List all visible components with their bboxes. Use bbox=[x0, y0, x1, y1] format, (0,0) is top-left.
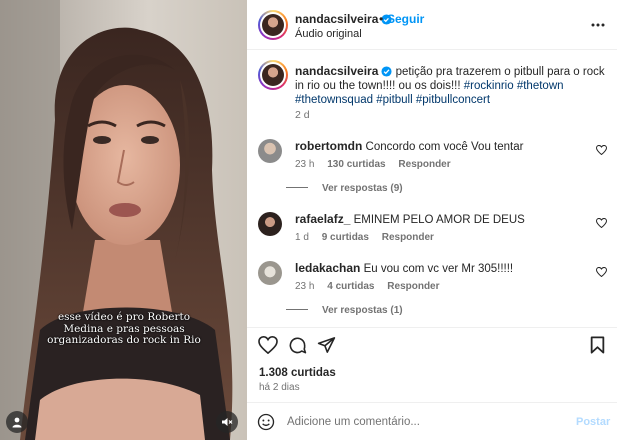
share-icon[interactable] bbox=[317, 336, 336, 354]
comment-like-icon[interactable] bbox=[596, 218, 607, 228]
heart-icon[interactable] bbox=[258, 336, 278, 354]
comment-time: 23 h bbox=[295, 281, 315, 292]
author-avatar[interactable] bbox=[258, 10, 288, 40]
speaker-muted-icon bbox=[222, 418, 233, 426]
verified-badge-icon bbox=[381, 66, 392, 77]
video-player[interactable]: esse vídeo é pro Roberto Medina e pras p… bbox=[0, 0, 247, 440]
hashtag-link[interactable]: #rockinrio bbox=[464, 80, 514, 92]
more-horizontal-icon[interactable] bbox=[590, 18, 606, 32]
comment-time: 23 h bbox=[295, 159, 315, 170]
comment-body: Concordo com você Vou tentar bbox=[365, 141, 524, 153]
audio-link[interactable]: Áudio original bbox=[295, 28, 362, 40]
hashtag-link[interactable]: #thetownsquad bbox=[295, 94, 373, 106]
post-details-panel: nandacsilveira • Seguir Áudio original n… bbox=[247, 0, 617, 440]
comment-like-icon[interactable] bbox=[596, 267, 607, 277]
post-header: nandacsilveira • Seguir Áudio original bbox=[247, 0, 617, 50]
comment-meta: 23 h 4 curtidas Responder bbox=[295, 281, 450, 292]
caption-time: 2 d bbox=[295, 109, 310, 121]
reply-button[interactable]: Responder bbox=[382, 232, 434, 243]
bookmark-icon[interactable] bbox=[590, 336, 605, 354]
reply-button[interactable]: Responder bbox=[387, 281, 439, 292]
comment-likes[interactable]: 9 curtidas bbox=[322, 232, 369, 243]
caption-username[interactable]: nandacsilveira bbox=[295, 64, 392, 78]
commenter-username[interactable]: ledakachan bbox=[295, 261, 360, 275]
commenter-username[interactable]: rafaelafz_ bbox=[295, 212, 350, 226]
comment-meta: 23 h 130 curtidas Responder bbox=[295, 159, 461, 170]
view-replies-button[interactable]: Ver respostas (1) bbox=[286, 305, 403, 316]
author-username[interactable]: nandacsilveira bbox=[295, 12, 392, 26]
comment-input[interactable] bbox=[287, 412, 567, 432]
hashtag-link[interactable]: #pitbullconcert bbox=[416, 94, 490, 106]
post-button[interactable]: Postar bbox=[576, 416, 610, 428]
comment-text: ledakachan Eu vou com vc ver Mr 305!!!!! bbox=[295, 261, 585, 276]
hashtag-link[interactable]: #thetown bbox=[517, 80, 564, 92]
commenter-avatar[interactable] bbox=[258, 212, 282, 236]
comment-text: robertomdn Concordo com você Vou tentar bbox=[295, 139, 585, 154]
commenter-username[interactable]: robertomdn bbox=[295, 139, 362, 153]
mute-button[interactable] bbox=[216, 411, 238, 433]
comment-time: 1 d bbox=[295, 232, 309, 243]
comment-composer: Postar bbox=[247, 402, 617, 440]
caption-avatar[interactable] bbox=[258, 60, 288, 90]
comment-meta: 1 d 9 curtidas Responder bbox=[295, 232, 444, 243]
hashtag-link[interactable]: #pitbull bbox=[376, 94, 412, 106]
reply-button[interactable]: Responder bbox=[398, 159, 450, 170]
comment-icon[interactable] bbox=[288, 336, 307, 355]
action-bar bbox=[247, 327, 617, 363]
likes-count[interactable]: 1.308 curtidas bbox=[259, 367, 336, 379]
video-subtitle: esse vídeo é pro Roberto Medina e pras p… bbox=[47, 311, 201, 346]
video-frame bbox=[0, 0, 247, 440]
person-icon bbox=[12, 417, 22, 428]
commenter-avatar[interactable] bbox=[258, 139, 282, 163]
separator-dot: • bbox=[379, 12, 384, 26]
commenter-avatar[interactable] bbox=[258, 261, 282, 285]
emoji-icon[interactable] bbox=[257, 413, 275, 431]
comment-text: rafaelafz_ EMINEM PELO AMOR DE DEUS bbox=[295, 212, 585, 227]
comment-body: EMINEM PELO AMOR DE DEUS bbox=[353, 214, 525, 226]
follow-button[interactable]: Seguir bbox=[387, 12, 424, 26]
comment-body: Eu vou com vc ver Mr 305!!!!! bbox=[363, 263, 514, 275]
caption-text: nandacsilveira petição pra trazerem o pi… bbox=[295, 64, 605, 107]
comment-likes[interactable]: 4 curtidas bbox=[327, 281, 374, 292]
post-date: há 2 dias bbox=[259, 382, 300, 393]
tagged-users-button[interactable] bbox=[6, 411, 28, 433]
view-replies-button[interactable]: Ver respostas (9) bbox=[286, 183, 403, 194]
comment-like-icon[interactable] bbox=[596, 145, 607, 155]
comment-likes[interactable]: 130 curtidas bbox=[327, 159, 385, 170]
